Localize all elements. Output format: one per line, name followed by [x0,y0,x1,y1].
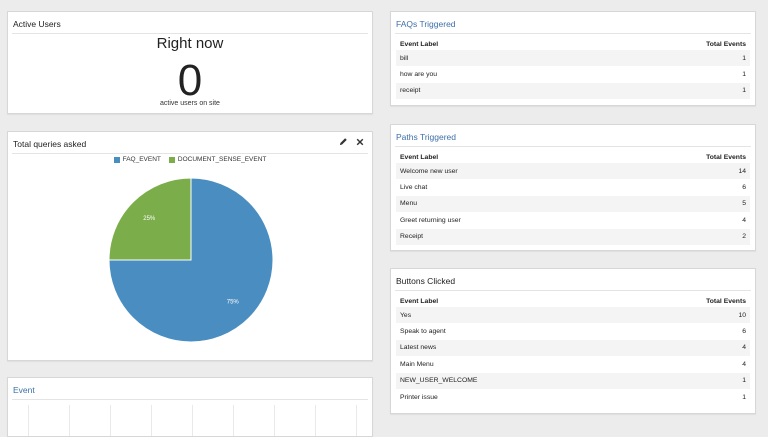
table-row: Welcome new user 14 [396,163,750,180]
table-header: Event Label Total Events [396,151,750,163]
table-row: Speak to agent 6 [396,323,750,339]
buttons-title: Buttons Clicked [396,276,456,286]
total-events-cell: 10 [738,311,746,319]
total-events-cell: 1 [742,393,746,401]
table-row: Menu 5 [396,195,750,213]
event-label-cell: Greet returning user [400,216,461,224]
column-header-label[interactable]: Event Label [400,298,438,305]
column-header-label[interactable]: Event Label [400,154,438,161]
title-divider [395,290,751,291]
total-events-cell: 2 [742,233,746,241]
total-events-cell: 4 [742,344,746,352]
event-label-cell: NEW_USER_WELCOME [400,377,478,385]
event-card: Event [7,377,373,437]
event-label-cell: Receipt [400,233,424,241]
buttons-clicked-card: Buttons Clicked Event Label Total Events… [390,268,756,414]
total-events-cell: 6 [742,184,746,192]
total-events-cell: 6 [742,328,746,336]
event-label-cell: Latest news [400,344,437,352]
table-row: NEW_USER_WELCOME 1 [396,372,750,389]
active-users-title: Active Users [13,19,61,29]
faqs-triggered-card: FAQs Triggered Event Label Total Events … [390,11,756,106]
total-queries-card: Total queries asked FAQ_EVENT DOCUMENT_SE… [7,131,373,361]
table-row: bill 1 [396,50,750,67]
total-events-cell: 14 [738,167,746,175]
table-row: Greet returning user 4 [396,212,750,228]
title-divider [12,33,368,34]
table-row: Receipt 2 [396,228,750,245]
table-row: Latest news 4 [396,339,750,357]
total-events-cell: 1 [742,71,746,79]
event-label-cell: Speak to agent [400,328,446,336]
total-events-cell: 4 [742,216,746,224]
title-divider [395,146,751,147]
table-header: Event Label Total Events [396,38,750,50]
pie-slice-label: 25% [143,216,156,222]
active-users-count: 0 [177,56,203,105]
column-header-total[interactable]: Total Events [706,41,746,48]
event-title: Event [13,385,35,395]
column-header-label[interactable]: Event Label [400,41,438,48]
event-label-cell: Menu [400,200,418,208]
total-events-cell: 1 [742,377,746,385]
event-label-cell: how are you [400,71,438,79]
column-header-total[interactable]: Total Events [706,298,746,305]
event-label-cell: Printer issue [400,393,438,401]
total-events-cell: 1 [742,54,746,62]
event-label-cell: bill [400,54,409,62]
title-divider [12,399,368,400]
table-row: Printer issue 1 [396,389,750,405]
event-label-cell: Welcome new user [400,167,458,175]
total-events-cell: 5 [742,200,746,208]
table-row: receipt 1 [396,82,750,100]
event-label-cell: receipt [400,87,421,95]
pie-chart: 75% 25% [108,177,274,343]
table-row: how are you 1 [396,66,750,82]
faqs-table: Event Label Total Events bill 1 how are yo… [396,38,750,100]
pie-slice-label: 75% [227,299,240,305]
paths-title: Paths Triggered [396,132,457,142]
total-events-cell: 4 [742,360,746,368]
table-row: Yes 10 [396,307,750,324]
event-label-cell: Yes [400,311,412,319]
title-divider [395,33,751,34]
paths-table: Event Label Total Events Welcome new use… [396,151,750,245]
faqs-title: FAQs Triggered [396,19,456,29]
active-users-caption: active users on site [160,100,220,107]
buttons-table: Event Label Total Events Yes 10 Speak to a… [396,295,750,405]
right-now-label: Right now [156,35,224,52]
paths-triggered-card: Paths Triggered Event Label Total Events… [390,124,756,251]
total-events-cell: 1 [742,87,746,95]
table-row: Live chat 6 [396,179,750,195]
event-label-cell: Live chat [400,184,428,192]
event-label-cell: Main Menu [400,360,434,368]
active-users-card: Active Users Right now 0 active users on… [7,11,373,114]
table-row: Main Menu 4 [396,356,750,372]
column-header-total[interactable]: Total Events [706,154,746,161]
table-header: Event Label Total Events [396,295,750,307]
